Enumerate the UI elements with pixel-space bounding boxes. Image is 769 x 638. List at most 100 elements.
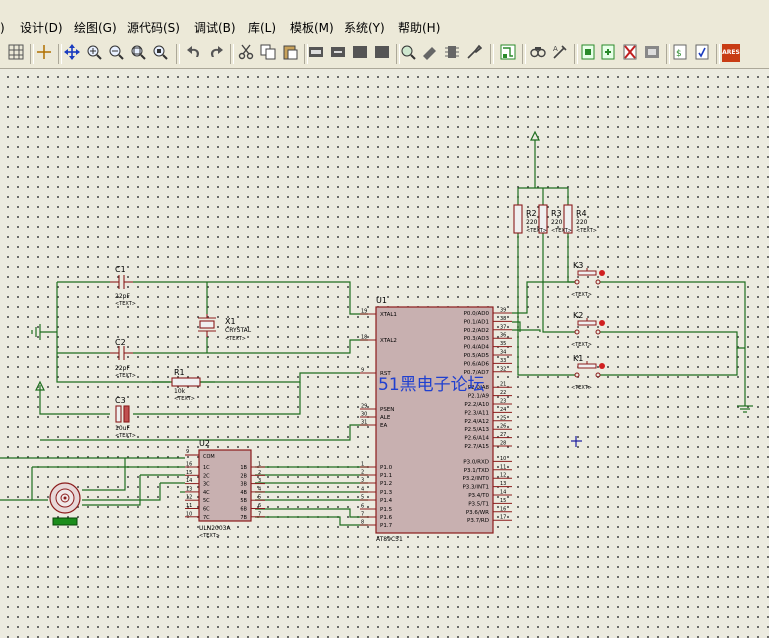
u1-pin-number: 18 bbox=[361, 335, 367, 341]
bom-icon[interactable]: $ bbox=[672, 44, 690, 62]
u1-pin-number: 1 bbox=[361, 462, 364, 468]
schematic-canvas[interactable]: C1 22pF <TEXT> C2 22pF <TEXT> C3 10uF <T… bbox=[0, 69, 769, 638]
search-icon[interactable] bbox=[530, 44, 548, 62]
u1-pin-label: P1.2 bbox=[380, 481, 392, 487]
u1-pin-number: 11 bbox=[500, 464, 506, 470]
u2-pin-label: 5C bbox=[203, 498, 210, 504]
pan-icon[interactable] bbox=[64, 44, 82, 62]
r1-ref: R1 bbox=[174, 368, 185, 377]
u2-pin-label: 6B bbox=[240, 507, 247, 513]
k2-ref: K2 bbox=[573, 311, 583, 320]
block-move-icon[interactable] bbox=[330, 44, 348, 62]
u1-pin-number: 35 bbox=[500, 341, 506, 347]
crosshair-cursor-icon bbox=[571, 436, 582, 447]
undo-icon[interactable] bbox=[186, 44, 204, 62]
menu-source[interactable]: 源代码(S) bbox=[127, 20, 180, 36]
u1-pin-label: EA bbox=[380, 423, 387, 429]
menu-system[interactable]: 系统(Y) bbox=[344, 20, 385, 36]
capacitor-c1[interactable] bbox=[110, 275, 133, 289]
copy-icon[interactable] bbox=[260, 44, 278, 62]
k3-ref: K3 bbox=[573, 261, 583, 270]
u2-pin-number: 14 bbox=[186, 478, 192, 484]
menu-help[interactable]: 帮助(H) bbox=[398, 20, 440, 36]
u1-pin-label: P0.4/AD4 bbox=[464, 345, 490, 351]
block-copy-icon[interactable] bbox=[308, 44, 326, 62]
u2-pin-number: 11 bbox=[186, 503, 192, 509]
r3-value: 220 bbox=[551, 219, 563, 226]
capacitor-c2[interactable] bbox=[110, 346, 133, 360]
u2-pin-number: 12 bbox=[186, 495, 192, 501]
property-assign-icon[interactable]: A bbox=[552, 44, 570, 62]
toolbar: A $ ARES bbox=[0, 40, 769, 69]
wire-motor-2 bbox=[82, 458, 126, 491]
wire-xtal1 bbox=[133, 281, 368, 315]
block-rotate-icon[interactable] bbox=[352, 44, 370, 62]
decompose-icon[interactable] bbox=[466, 44, 484, 62]
ground-right bbox=[737, 403, 753, 413]
redo-icon[interactable] bbox=[208, 44, 226, 62]
c1-ref: C1 bbox=[115, 265, 126, 274]
u1-pin-number: 5 bbox=[361, 495, 364, 501]
u2-pin-number: 2 bbox=[258, 470, 261, 476]
u1-pin-label: P2.2/A10 bbox=[464, 402, 489, 408]
u1-pin-number: 15 bbox=[500, 498, 506, 504]
u1-pin-number: 37 bbox=[500, 324, 506, 330]
menu-template[interactable]: 模板(M) bbox=[290, 20, 334, 36]
u1-pin-number: 13 bbox=[500, 481, 506, 487]
u1-pin-label: P3.7/RD bbox=[467, 518, 489, 524]
u2-pin-label: 7B bbox=[240, 515, 247, 521]
erc-icon[interactable] bbox=[694, 44, 712, 62]
capacitor-c3[interactable] bbox=[115, 405, 130, 423]
u1-pin-number: 4 bbox=[361, 487, 364, 493]
u1-pin-label: P2.6/A14 bbox=[464, 436, 489, 442]
paste-icon[interactable] bbox=[282, 44, 300, 62]
wire-autorouter-icon[interactable] bbox=[500, 44, 518, 62]
crystal-x1[interactable] bbox=[198, 314, 216, 337]
make-device-icon[interactable] bbox=[422, 44, 440, 62]
new-sheet-icon[interactable] bbox=[580, 44, 598, 62]
origin-icon[interactable] bbox=[36, 44, 54, 62]
pick-device-icon[interactable] bbox=[400, 44, 418, 62]
resistor-r2[interactable] bbox=[513, 204, 523, 234]
add-sheet-icon[interactable] bbox=[600, 44, 618, 62]
u1-pin-number: 14 bbox=[500, 490, 506, 496]
u1-pin-label: P0.5/AD5 bbox=[464, 353, 490, 359]
watermark: 51黑电子论坛 bbox=[378, 375, 485, 395]
grid-icon[interactable] bbox=[8, 44, 26, 62]
u1-pin-number: 36 bbox=[500, 333, 506, 339]
u1-pin-label: P3.5/T1 bbox=[468, 501, 489, 507]
u1-pin-label: P0.2/AD2 bbox=[464, 328, 489, 334]
resistor-r1[interactable] bbox=[171, 377, 201, 387]
zoom-child-icon[interactable] bbox=[644, 44, 662, 62]
c3-text: <TEXT> bbox=[115, 433, 136, 439]
zoom-area-icon[interactable] bbox=[152, 44, 170, 62]
u2-pin-number: 4 bbox=[258, 486, 261, 492]
cut-icon[interactable] bbox=[238, 44, 256, 62]
u1-pin-number: 29 bbox=[361, 404, 367, 410]
menu-graph[interactable]: 绘图(G) bbox=[74, 20, 117, 36]
zoom-out-icon[interactable] bbox=[108, 44, 126, 62]
u2-part: ULN2003A bbox=[199, 525, 231, 532]
stepper-motor[interactable] bbox=[49, 482, 81, 526]
block-delete-icon[interactable] bbox=[374, 44, 392, 62]
u2-pin-label: 5B bbox=[240, 498, 247, 504]
u2-pin-label: 3C bbox=[203, 482, 210, 488]
u1-pin-number: 22 bbox=[500, 390, 506, 396]
wire-p15 bbox=[255, 508, 368, 518]
menu-library[interactable]: 库(L) bbox=[248, 20, 276, 36]
u2-pin-number: 3 bbox=[258, 478, 261, 484]
u1-pin-label: P1.0 bbox=[380, 465, 393, 471]
menu-design[interactable]: 设计(D) bbox=[20, 20, 63, 36]
package-icon[interactable] bbox=[444, 44, 462, 62]
remove-sheet-icon[interactable] bbox=[622, 44, 640, 62]
ares-icon[interactable]: ARES bbox=[722, 44, 740, 62]
u2-pin-label: 1B bbox=[240, 465, 247, 471]
zoom-all-icon[interactable] bbox=[130, 44, 148, 62]
zoom-in-icon[interactable] bbox=[86, 44, 104, 62]
menu-fragment[interactable]: ) bbox=[0, 20, 5, 36]
u1-pin-label: P2.4/A12 bbox=[464, 419, 489, 425]
u1-part: AT89C51 bbox=[376, 536, 403, 543]
k2-text: <TEXT> bbox=[571, 342, 592, 348]
menu-debug[interactable]: 调试(B) bbox=[194, 20, 236, 36]
u2-pin-label: 3B bbox=[240, 482, 247, 488]
